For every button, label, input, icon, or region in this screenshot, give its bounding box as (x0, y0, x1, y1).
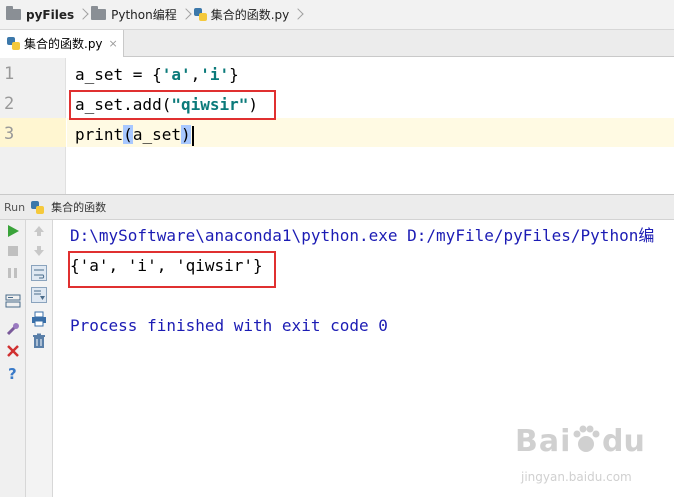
run-panel-title[interactable]: Run (4, 201, 25, 214)
watermark-brand-suffix: du (602, 424, 645, 459)
help-icon: ? (8, 365, 17, 381)
breadcrumb-label: pyFiles (26, 7, 75, 22)
run-panel-header: Run 集合的函数 (0, 194, 674, 220)
arrow-down-icon (34, 246, 44, 256)
svg-text:?: ? (8, 365, 17, 381)
close-run-button[interactable] (4, 342, 22, 360)
scroll-end-icon (31, 287, 47, 303)
paw-icon (573, 425, 600, 452)
tab-label: 集合的函数.py (24, 37, 103, 51)
layout-button[interactable] (4, 292, 22, 310)
line-number: 2 (4, 94, 15, 114)
matched-brace: ) (180, 125, 191, 144)
chevron-right-icon (180, 0, 190, 30)
rerun-button[interactable] (4, 222, 22, 240)
code-editor[interactable]: 1 2 3 a_set = {'a','i'} a_set.add("qiwsi… (0, 58, 674, 194)
stop-icon (8, 246, 18, 256)
text-caret (191, 125, 194, 146)
stop-button[interactable] (4, 242, 22, 260)
breadcrumb-item-pyfiles[interactable]: pyFiles (6, 0, 74, 30)
run-config-name[interactable]: 集合的函数 (51, 199, 106, 215)
matched-brace: ( (123, 125, 133, 144)
code-text: print (75, 125, 124, 144)
editor-tab-bar: 集合的函数.py × (0, 30, 674, 57)
console-exit-message: Process finished with exit code 0 (70, 316, 388, 335)
run-toolbar-primary: ? (0, 220, 26, 497)
watermark-site: jingyan.baidu.com (521, 470, 632, 484)
line-number: 3 (4, 124, 15, 144)
help-button[interactable]: ? (4, 364, 22, 382)
pause-button[interactable] (4, 264, 22, 282)
play-icon (8, 225, 19, 237)
wrap-icon (31, 265, 47, 281)
folder-icon (6, 6, 21, 20)
close-icon[interactable]: × (109, 38, 118, 49)
trash-icon (33, 333, 45, 348)
run-toolbar-secondary (26, 220, 53, 497)
code-text: a_set (132, 125, 181, 144)
breadcrumb-item-file[interactable]: 集合的函数.py (193, 0, 290, 30)
soft-wrap-button[interactable] (30, 264, 48, 282)
layout-icon (5, 294, 21, 308)
code-line-3[interactable]: print(a_set) (75, 123, 194, 147)
print-button[interactable] (30, 310, 48, 328)
chevron-right-icon (77, 0, 87, 30)
chevron-right-icon (292, 0, 302, 30)
string-literal: 'i' (200, 65, 230, 84)
tab-file[interactable]: 集合的函数.py × (0, 30, 124, 57)
baidu-watermark: Bai du jingyan.baidu.com (505, 418, 670, 494)
pause-icon (8, 268, 17, 278)
breadcrumb-label: Python编程 (111, 8, 177, 22)
line-number: 1 (4, 64, 15, 84)
code-text: a_set = { (75, 65, 162, 84)
clear-all-button[interactable] (30, 332, 48, 350)
breadcrumb: pyFiles Python编程 集合的函数.py (0, 0, 674, 30)
code-text: , (190, 65, 201, 84)
debug-tool-button[interactable] (4, 320, 22, 338)
python-run-config-icon (31, 200, 45, 214)
code-line-1[interactable]: a_set = {'a','i'} (75, 63, 239, 87)
annotation-highlight-box (69, 90, 276, 120)
annotation-highlight-box (68, 251, 276, 288)
plug-icon (6, 323, 19, 336)
breadcrumb-label: 集合的函数.py (210, 8, 290, 22)
breadcrumb-item-python-folder[interactable]: Python编程 (91, 0, 177, 30)
python-file-icon (7, 37, 20, 50)
python-file-icon (193, 8, 207, 21)
line-number-gutter: 1 2 3 (0, 58, 66, 194)
string-literal: 'a' (161, 65, 191, 84)
code-text: } (229, 65, 239, 84)
printer-icon (32, 311, 46, 327)
scroll-up-button[interactable] (30, 222, 48, 240)
watermark-brand: Bai (515, 424, 572, 459)
scroll-down-button[interactable] (30, 242, 48, 260)
folder-icon (91, 6, 107, 20)
console-command-line: D:\mySoftware\anaconda1\python.exe D:/my… (70, 226, 655, 245)
arrow-up-icon (34, 226, 44, 236)
scroll-to-end-button[interactable] (30, 286, 48, 304)
close-icon (7, 345, 19, 357)
